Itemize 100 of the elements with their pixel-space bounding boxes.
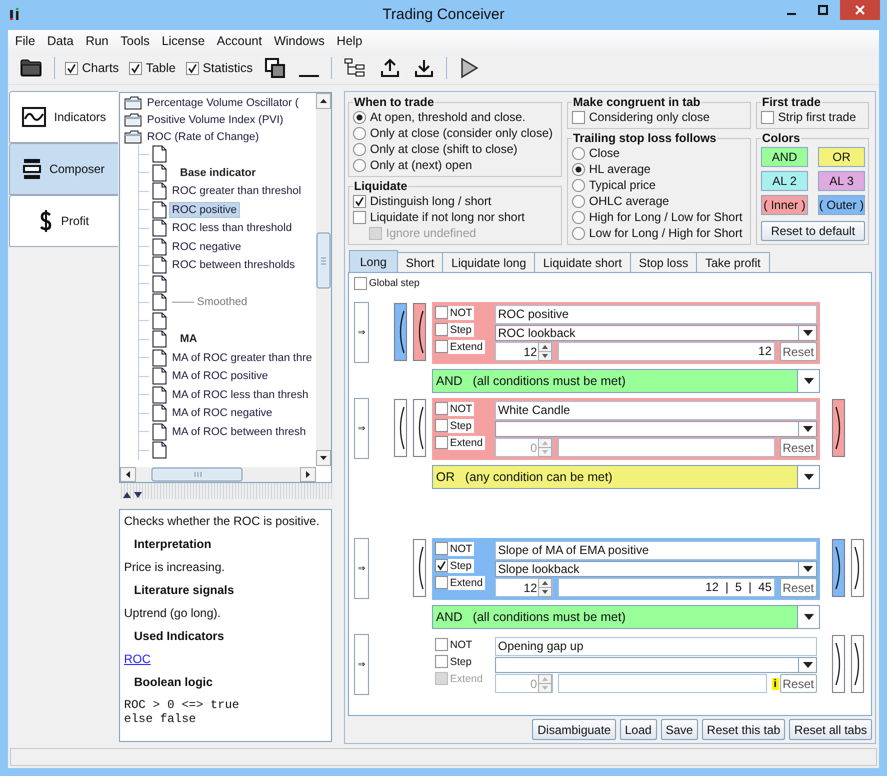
radio-button[interactable]	[353, 110, 366, 124]
menu-item[interactable]: Help	[330, 34, 368, 48]
reset-button[interactable]: Reset	[780, 438, 817, 457]
color-swatch[interactable]: ( Inner )	[761, 195, 808, 215]
parenthesis-toggle[interactable]	[851, 635, 864, 693]
horizontal-scrollbar[interactable]	[120, 467, 316, 482]
dropdown-arrow-button[interactable]	[797, 606, 819, 628]
arrow-button[interactable]: ⇒	[354, 398, 369, 459]
radio-button[interactable]	[572, 226, 585, 240]
reset-button[interactable]: Reset to default	[761, 221, 865, 241]
parenthesis-toggle[interactable]	[413, 399, 426, 457]
overlapping-windows-button[interactable]	[262, 58, 287, 78]
tree-item[interactable]: ROC less than threshold	[170, 221, 294, 236]
radio-button[interactable]	[353, 142, 366, 156]
tree-item[interactable]: —— Smoothed	[170, 295, 250, 310]
logic-dropdown[interactable]: AND (all conditions must be met)	[432, 605, 820, 629]
radio-button[interactable]	[572, 146, 585, 160]
parenthesis-toggle[interactable]	[832, 399, 845, 457]
parenthesis-toggle[interactable]	[394, 303, 407, 361]
dropdown-arrow-button[interactable]	[797, 370, 819, 392]
action-button[interactable]: Reset all tabs	[789, 719, 872, 740]
dropdown-arrow-button[interactable]	[798, 326, 816, 340]
checkbox[interactable]	[435, 542, 448, 555]
side-tab[interactable]: Indicators	[9, 91, 118, 143]
checkbox[interactable]	[435, 323, 448, 336]
menu-item[interactable]: Run	[80, 34, 114, 48]
arrow-button[interactable]: ⇒	[354, 302, 369, 363]
color-swatch[interactable]: AND	[761, 147, 808, 167]
parenthesis-toggle[interactable]	[832, 539, 845, 597]
tree-item[interactable]: ROC positive	[170, 202, 239, 217]
value-field[interactable]: 12	[558, 342, 775, 361]
tab[interactable]: Take profit	[696, 252, 770, 272]
tree-item[interactable]: ROC greater than threshol	[170, 184, 304, 198]
parenthesis-toggle[interactable]	[413, 539, 426, 597]
color-swatch[interactable]: ( Outer )	[818, 195, 865, 215]
tab[interactable]: Liquidate short	[534, 252, 631, 272]
reset-button[interactable]: Reset	[780, 674, 817, 693]
tree-item[interactable]: ROC between thresholds	[170, 258, 297, 272]
radio-button[interactable]	[572, 194, 585, 208]
arrow-button[interactable]: ⇒	[354, 634, 369, 695]
tree-item[interactable]: MA of ROC less than thresh	[170, 388, 310, 402]
checkbox[interactable]	[572, 110, 585, 124]
radio-button[interactable]	[572, 210, 585, 224]
name-field[interactable]: Opening gap up	[495, 637, 817, 656]
tree-item[interactable]: ROC (Rate of Change)	[145, 130, 261, 144]
menu-item[interactable]: Account	[210, 34, 268, 48]
number-spinner[interactable]: 12	[495, 342, 553, 361]
tree-item[interactable]: Positive Volume Index (PVI)	[145, 112, 286, 126]
close-button[interactable]	[840, 0, 880, 20]
radio-button[interactable]	[353, 126, 366, 140]
splitter-handle[interactable]	[119, 483, 332, 499]
checkbox[interactable]	[435, 436, 448, 449]
parameter-dropdown[interactable]: Slope lookback	[495, 561, 817, 577]
tree-item[interactable]: MA of ROC greater than thre	[170, 350, 314, 365]
tree-item[interactable]: MA of ROC positive	[170, 369, 270, 384]
tab[interactable]: Long	[349, 250, 398, 272]
menu-item[interactable]: Tools	[114, 34, 156, 48]
checkbox[interactable]	[65, 62, 78, 74]
arrow-button[interactable]: ⇒	[354, 538, 369, 599]
checkbox[interactable]	[435, 402, 448, 415]
checkbox[interactable]	[353, 194, 366, 208]
parenthesis-toggle[interactable]	[832, 635, 845, 693]
menu-item[interactable]: Data	[41, 34, 80, 48]
tab[interactable]: Liquidate long	[442, 252, 536, 272]
parameter-dropdown[interactable]: ROC lookback	[495, 325, 817, 341]
tree-item[interactable]: MA of ROC between thresh	[170, 424, 308, 439]
tree-item[interactable]: Base indicator	[178, 166, 258, 180]
checkbox[interactable]	[435, 559, 448, 572]
dropdown-arrow-button[interactable]	[798, 658, 816, 672]
checkbox[interactable]	[435, 576, 448, 589]
checkbox[interactable]	[435, 306, 448, 319]
action-button[interactable]: Disambiguate	[532, 719, 616, 740]
name-field[interactable]: ROC positive	[495, 305, 817, 324]
checkbox[interactable]	[186, 62, 199, 74]
tab[interactable]: Stop loss	[630, 252, 698, 272]
tree-item[interactable]: MA	[178, 332, 200, 346]
dropdown-arrow-button[interactable]	[798, 422, 816, 436]
menu-item[interactable]: License	[156, 34, 211, 48]
checkbox[interactable]	[435, 655, 448, 668]
parenthesis-toggle[interactable]	[851, 539, 864, 597]
action-button[interactable]: Load	[620, 719, 657, 740]
vertical-scrollbar[interactable]	[316, 93, 331, 466]
side-tab[interactable]: Profit	[9, 195, 118, 247]
radio-button[interactable]	[572, 162, 585, 176]
radio-button[interactable]	[353, 158, 366, 172]
value-field[interactable]	[558, 674, 767, 693]
name-field[interactable]: White Candle	[495, 401, 817, 420]
color-swatch[interactable]: OR	[818, 147, 865, 167]
menu-item[interactable]: File	[9, 34, 42, 48]
checkbox[interactable]	[354, 276, 367, 290]
logic-dropdown[interactable]: OR (any condition can be met)	[432, 465, 820, 489]
value-field[interactable]	[558, 438, 775, 457]
checkbox[interactable]	[353, 210, 366, 224]
checkbox[interactable]	[128, 62, 142, 74]
number-spinner[interactable]: 12	[495, 578, 553, 597]
color-swatch[interactable]: AL 2	[761, 171, 808, 191]
reset-button[interactable]: Reset	[780, 578, 817, 597]
radio-button[interactable]	[572, 178, 585, 192]
folder-button[interactable]	[18, 59, 44, 77]
dropdown-arrow-button[interactable]	[798, 562, 816, 576]
